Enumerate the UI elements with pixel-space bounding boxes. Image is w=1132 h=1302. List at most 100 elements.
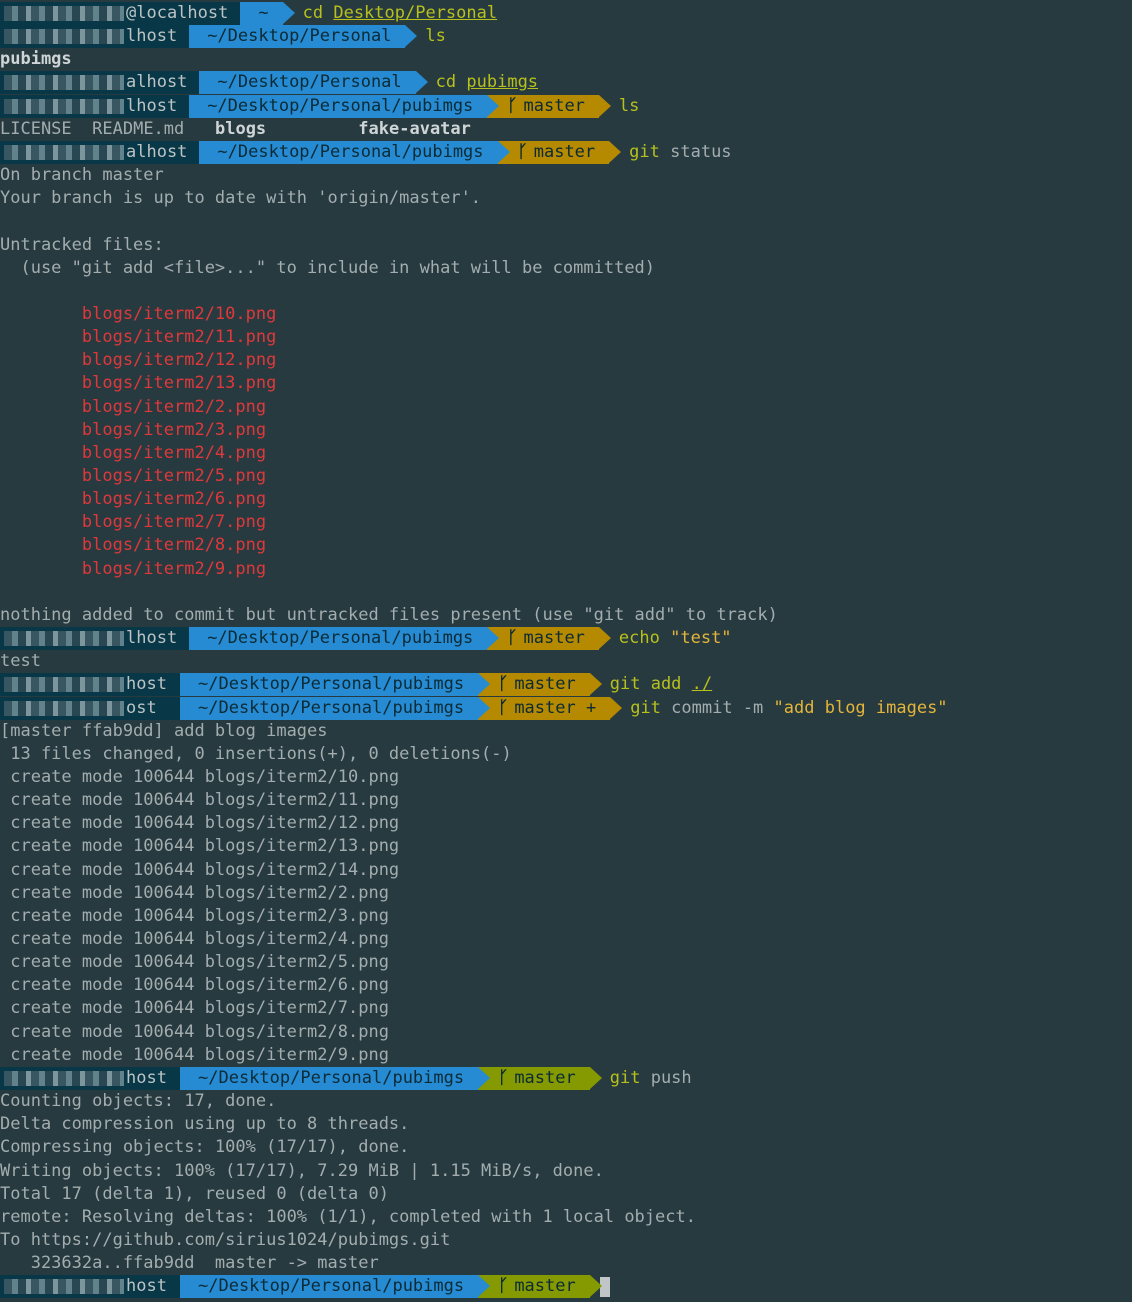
branch-icon: ᚴ (498, 698, 509, 718)
prompt-host-label: alhost (126, 142, 188, 162)
commit-line: create mode 100644 blogs/iterm2/4.png (0, 928, 389, 951)
prompt-directory: ~/Desktop/Personal/pubimgs (180, 1067, 491, 1090)
output-text: create mode 100644 blogs/iterm2/11.png (0, 790, 400, 810)
output-text: On branch master (0, 165, 164, 185)
redacted-username (4, 1071, 124, 1086)
command-token: add (650, 674, 682, 694)
output-text: remote: Resolving deltas: 100% (1/1), co… (0, 1207, 696, 1227)
prompt-branch-label: master (523, 96, 585, 116)
prompt-directory: ~/Desktop/Personal/pubimgs (180, 673, 491, 696)
command-token: ls (425, 26, 446, 46)
commit-line: create mode 100644 blogs/iterm2/3.png (0, 905, 389, 928)
command-text: ls (425, 25, 456, 48)
prompt-directory: ~/Desktop/Personal/pubimgs (180, 1275, 491, 1298)
untracked-file: blogs/iterm2/5.png (0, 465, 266, 488)
prompt-git-branch: ᚴ master (478, 1067, 602, 1090)
redacted-username (4, 701, 124, 716)
push-line: Total 17 (delta 1), reused 0 (delta 0) (0, 1183, 389, 1206)
prompt-host: alhost (0, 71, 212, 94)
powerline-arrow-icon (609, 141, 622, 163)
ls-entry: README.md (92, 119, 185, 139)
status-line: (use "git add <file>..." to include in w… (0, 257, 655, 280)
ls-entry: fake-avatar (358, 119, 471, 139)
output-text: blogs/iterm2/4.png (0, 443, 267, 463)
output-text: Compressing objects: 100% (17/17), done. (0, 1137, 410, 1157)
output-text: blogs/iterm2/13.png (0, 373, 277, 393)
commit-line: create mode 100644 blogs/iterm2/6.png (0, 974, 389, 997)
prompt-line: ost ~/Desktop/Personal/pubimgs ᚴ master + gi… (0, 697, 958, 720)
prompt-branch-label: master (533, 142, 596, 162)
commit-line: create mode 100644 blogs/iterm2/12.png (0, 812, 399, 835)
output-text: create mode 100644 blogs/iterm2/9.png (0, 1045, 389, 1065)
output-text: create mode 100644 blogs/iterm2/12.png (0, 813, 400, 833)
output-text: 13 files changed, 0 insertions(+), 0 del… (0, 744, 512, 764)
commit-line: create mode 100644 blogs/iterm2/2.png (0, 882, 389, 905)
redacted-username (4, 631, 124, 646)
branch-icon: ᚴ (507, 628, 518, 648)
status-line: Your branch is up to date with 'origin/m… (0, 187, 481, 210)
output-text: blogs/iterm2/7.png (0, 512, 267, 532)
command-token: cd (435, 72, 457, 92)
prompt-directory: ~ (240, 2, 295, 25)
push-line: Compressing objects: 100% (17/17), done. (0, 1136, 409, 1159)
powerline-arrow-icon (478, 1067, 491, 1089)
command-text: git push (610, 1067, 702, 1090)
prompt-host-label: lhost (126, 26, 178, 46)
branch-icon: ᚴ (507, 96, 518, 116)
command-token: git (609, 674, 641, 694)
prompt-line: lhost ~/Desktop/Personal/pubimgs ᚴ master ec… (0, 627, 742, 650)
branch-icon: ᚴ (517, 142, 528, 162)
redacted-username (4, 29, 124, 44)
output-text: blogs/iterm2/12.png (0, 350, 277, 370)
untracked-file: blogs/iterm2/13.png (0, 372, 276, 395)
command-text: ls (619, 95, 650, 118)
terminal-window[interactable]: @localhost ~ cd Desktop/Personal lhost ~/De… (0, 0, 1132, 1302)
commit-line: [master ffab9dd] add blog images (0, 720, 328, 743)
powerline-arrow-icon (478, 673, 491, 695)
output-text: blogs/iterm2/5.png (0, 466, 267, 486)
output-text: Counting objects: 17, done. (0, 1091, 277, 1111)
output-text: blogs/iterm2/11.png (0, 327, 277, 347)
prompt-line: alhost ~/Desktop/Personal/pubimgs ᚴ master g… (0, 141, 742, 164)
untracked-file: blogs/iterm2/9.png (0, 558, 266, 581)
redacted-username (4, 75, 124, 90)
output-text: nothing added to commit but untracked fi… (0, 605, 778, 625)
prompt-branch-label: master (514, 1276, 576, 1296)
prompt-host: lhost (0, 25, 202, 48)
commit-line: create mode 100644 blogs/iterm2/10.png (0, 766, 399, 789)
untracked-file: blogs/iterm2/8.png (0, 534, 266, 557)
prompt-line: @localhost ~ cd Desktop/Personal (0, 2, 507, 25)
prompt-host-label: ost (126, 698, 157, 718)
output-text: blogs/iterm2/8.png (0, 535, 267, 555)
powerline-arrow-icon (610, 697, 623, 719)
command-text: git status (629, 141, 742, 164)
untracked-file: blogs/iterm2/7.png (0, 511, 266, 534)
ls-entry: blogs (214, 119, 267, 139)
prompt-host: lhost (0, 95, 202, 118)
command-token: Desktop/Personal (333, 3, 498, 23)
push-line: Writing objects: 100% (17/17), 7.29 MiB … (0, 1160, 604, 1183)
command-token: "test" (670, 628, 732, 648)
command-token: status (670, 142, 732, 162)
prompt-host: host (0, 1067, 192, 1090)
output-text: Writing objects: 100% (17/17), 7.29 MiB … (0, 1161, 604, 1181)
command-token: git (630, 698, 661, 718)
output-text: blogs/iterm2/10.png (0, 304, 277, 324)
powerline-arrow-icon (598, 95, 611, 117)
prompt-git-branch: ᚴ master (487, 627, 611, 650)
powerline-arrow-icon (487, 95, 500, 117)
untracked-file: blogs/iterm2/10.png (0, 303, 276, 326)
prompt-host: host (0, 1275, 192, 1298)
output-text: create mode 100644 blogs/iterm2/4.png (0, 929, 389, 949)
prompt-directory: ~/Desktop/Personal/pubimgs (199, 141, 510, 164)
output-text: create mode 100644 blogs/iterm2/10.png (0, 767, 400, 787)
powerline-arrow-icon (405, 25, 418, 47)
commit-line: create mode 100644 blogs/iterm2/14.png (0, 859, 399, 882)
command-token: "add blog images" (773, 698, 948, 718)
output-text: To https://github.com/sirius1024/pubimgs… (0, 1230, 451, 1250)
prompt-git-branch: ᚴ master (497, 141, 622, 164)
prompt-line: host ~/Desktop/Personal/pubimgs ᚴ master git… (0, 1067, 702, 1090)
commit-line: 13 files changed, 0 insertions(+), 0 del… (0, 743, 512, 766)
branch-icon: ᚴ (498, 1276, 509, 1296)
output-text: create mode 100644 blogs/iterm2/7.png (0, 998, 389, 1018)
